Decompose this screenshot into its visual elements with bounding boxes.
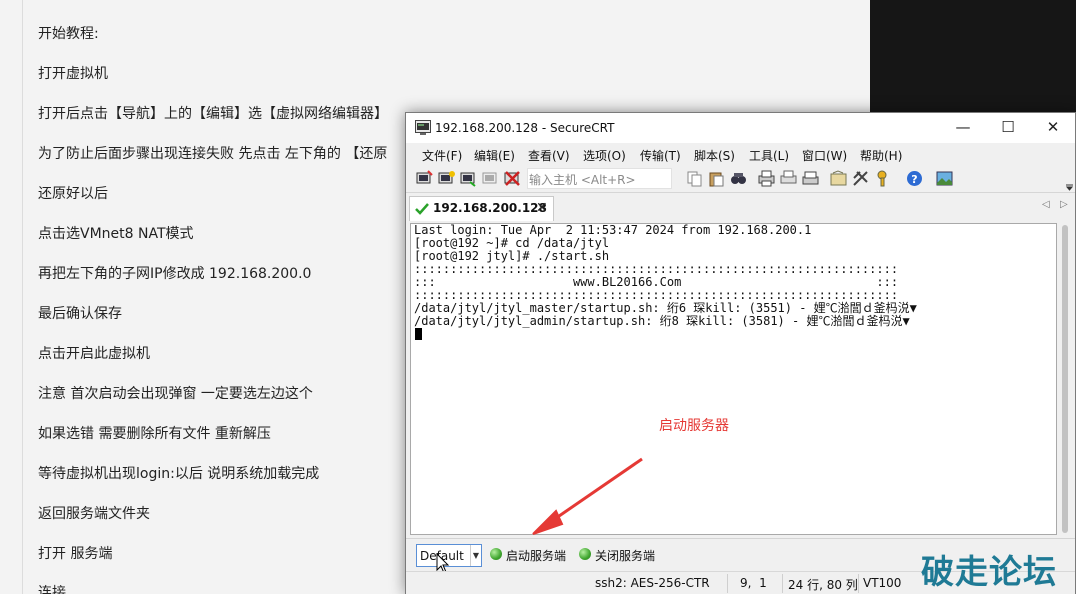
green-dot-icon bbox=[579, 548, 591, 560]
forum-watermark: 破走论坛 bbox=[921, 552, 1057, 591]
toolbar: ? bbox=[406, 165, 1075, 193]
toolbar-overflow-icon[interactable] bbox=[1066, 184, 1073, 191]
minimize-button[interactable]: — bbox=[940, 113, 986, 143]
doc-line: 如果选错 需要删除所有文件 重新解压 bbox=[38, 426, 271, 442]
menu-help[interactable]: 帮助(H) bbox=[860, 147, 902, 164]
print-setup-icon[interactable] bbox=[780, 170, 797, 187]
doc-line: 等待虚拟机出现login:以后 说明系统加载完成 bbox=[38, 466, 320, 482]
global-options-icon[interactable] bbox=[852, 170, 869, 187]
session-options-icon[interactable] bbox=[830, 170, 847, 187]
tab-scroll-left-icon[interactable]: ◁ bbox=[1042, 199, 1050, 210]
menu-edit[interactable]: 编辑(E) bbox=[474, 147, 515, 164]
quick-connect-icon[interactable] bbox=[438, 170, 455, 187]
menu-script[interactable]: 脚本(S) bbox=[694, 147, 735, 164]
reconnect-icon[interactable] bbox=[482, 170, 499, 187]
menu-file[interactable]: 文件(F) bbox=[422, 147, 462, 164]
dropdown-arrow-icon[interactable]: ▼ bbox=[470, 545, 481, 566]
find-icon[interactable] bbox=[730, 170, 747, 187]
status-cursor-position: 9, 1 bbox=[740, 576, 767, 590]
securecrt-window: 192.168.200.128 - SecureCRT — ☐ ✕ 文件(F) … bbox=[405, 112, 1076, 594]
doc-line: 点击选VMnet8 NAT模式 bbox=[38, 226, 194, 242]
doc-line: 最后确认保存 bbox=[38, 306, 122, 322]
doc-line: 打开后点击【导航】上的【编辑】选【虚拟网络编辑器】 bbox=[38, 106, 388, 122]
terminal-scrollbar[interactable] bbox=[1058, 223, 1073, 535]
status-terminal-type: VT100 bbox=[863, 576, 902, 590]
maximize-button[interactable]: ☐ bbox=[985, 113, 1031, 143]
connected-check-icon bbox=[415, 203, 429, 215]
menu-tools[interactable]: 工具(L) bbox=[749, 147, 789, 164]
doc-line: 还原好以后 bbox=[38, 186, 108, 202]
doc-line: 返回服务端文件夹 bbox=[38, 506, 150, 522]
document-margin-rule bbox=[22, 0, 23, 594]
red-annotation-label: 启动服务器 bbox=[659, 418, 729, 434]
connect-icon[interactable] bbox=[416, 170, 433, 187]
session-tab[interactable]: 192.168.200.128 ✕ bbox=[409, 196, 554, 221]
doc-line: 打开 服务端 bbox=[38, 546, 113, 562]
tab-close-icon[interactable]: ✕ bbox=[536, 200, 548, 216]
print-icon[interactable] bbox=[758, 170, 775, 187]
connect-tab-icon[interactable] bbox=[460, 170, 477, 187]
terminal-line: /data/jtyl/jtyl_admin/startup.sh: 绗8 琛ki… bbox=[414, 314, 910, 328]
image-icon[interactable] bbox=[936, 170, 953, 187]
status-divider bbox=[782, 574, 783, 593]
copy-icon[interactable] bbox=[686, 170, 703, 187]
doc-line: 点击开启此虚拟机 bbox=[38, 346, 150, 362]
status-terminal-size: 24 行, 80 列 bbox=[788, 578, 858, 592]
key-icon[interactable] bbox=[874, 170, 891, 187]
print-screen-icon[interactable] bbox=[802, 170, 819, 187]
securecrt-app-icon bbox=[415, 120, 431, 135]
doc-line: 注意 首次启动会出现弹窗 一定要选左边这个 bbox=[38, 386, 313, 402]
menu-window[interactable]: 窗口(W) bbox=[802, 147, 847, 164]
status-cipher: ssh2: AES-256-CTR bbox=[595, 576, 710, 590]
menu-bar: 文件(F) 编辑(E) 查看(V) 选项(O) 传输(T) 脚本(S) 工具(L… bbox=[406, 143, 1075, 165]
doc-line: 为了防止后面步骤出现连接失败 先点击 左下角的 【还原 bbox=[38, 146, 388, 162]
terminal-cursor bbox=[415, 328, 422, 340]
doc-line: 打开虚拟机 bbox=[38, 66, 108, 82]
doc-line: 连接 bbox=[38, 585, 66, 594]
window-title: 192.168.200.128 - SecureCRT bbox=[435, 121, 615, 135]
title-bar[interactable]: 192.168.200.128 - SecureCRT — ☐ ✕ bbox=[406, 113, 1075, 143]
stop-server-label: 关闭服务端 bbox=[595, 549, 656, 563]
help-icon[interactable]: ? bbox=[906, 170, 923, 187]
quick-connect-field[interactable] bbox=[527, 168, 672, 190]
status-divider bbox=[858, 574, 859, 593]
start-server-label: 启动服务端 bbox=[506, 549, 567, 563]
menu-view[interactable]: 查看(V) bbox=[528, 147, 570, 164]
close-button[interactable]: ✕ bbox=[1030, 113, 1076, 143]
tab-scroll-right-icon[interactable]: ▷ bbox=[1060, 199, 1068, 210]
quick-connect-input[interactable] bbox=[528, 170, 671, 190]
session-tab-label: 192.168.200.128 bbox=[433, 201, 547, 215]
scrollbar-thumb[interactable] bbox=[1062, 225, 1068, 533]
disconnect-icon[interactable] bbox=[504, 170, 521, 187]
session-tab-bar: 192.168.200.128 ✕ ◁ ▷ bbox=[406, 194, 1075, 221]
menu-transfer[interactable]: 传输(T) bbox=[640, 147, 681, 164]
menu-options[interactable]: 选项(O) bbox=[583, 147, 626, 164]
green-dot-icon bbox=[490, 548, 502, 560]
doc-line: 再把左下角的子网IP修改成 192.168.200.0 bbox=[38, 266, 312, 282]
status-divider bbox=[727, 574, 728, 593]
doc-line: 开始教程: bbox=[38, 26, 99, 42]
svg-text:?: ? bbox=[911, 173, 917, 186]
terminal-output[interactable]: Last login: Tue Apr 2 11:53:47 2024 from… bbox=[410, 223, 1057, 535]
paste-icon[interactable] bbox=[708, 170, 725, 187]
